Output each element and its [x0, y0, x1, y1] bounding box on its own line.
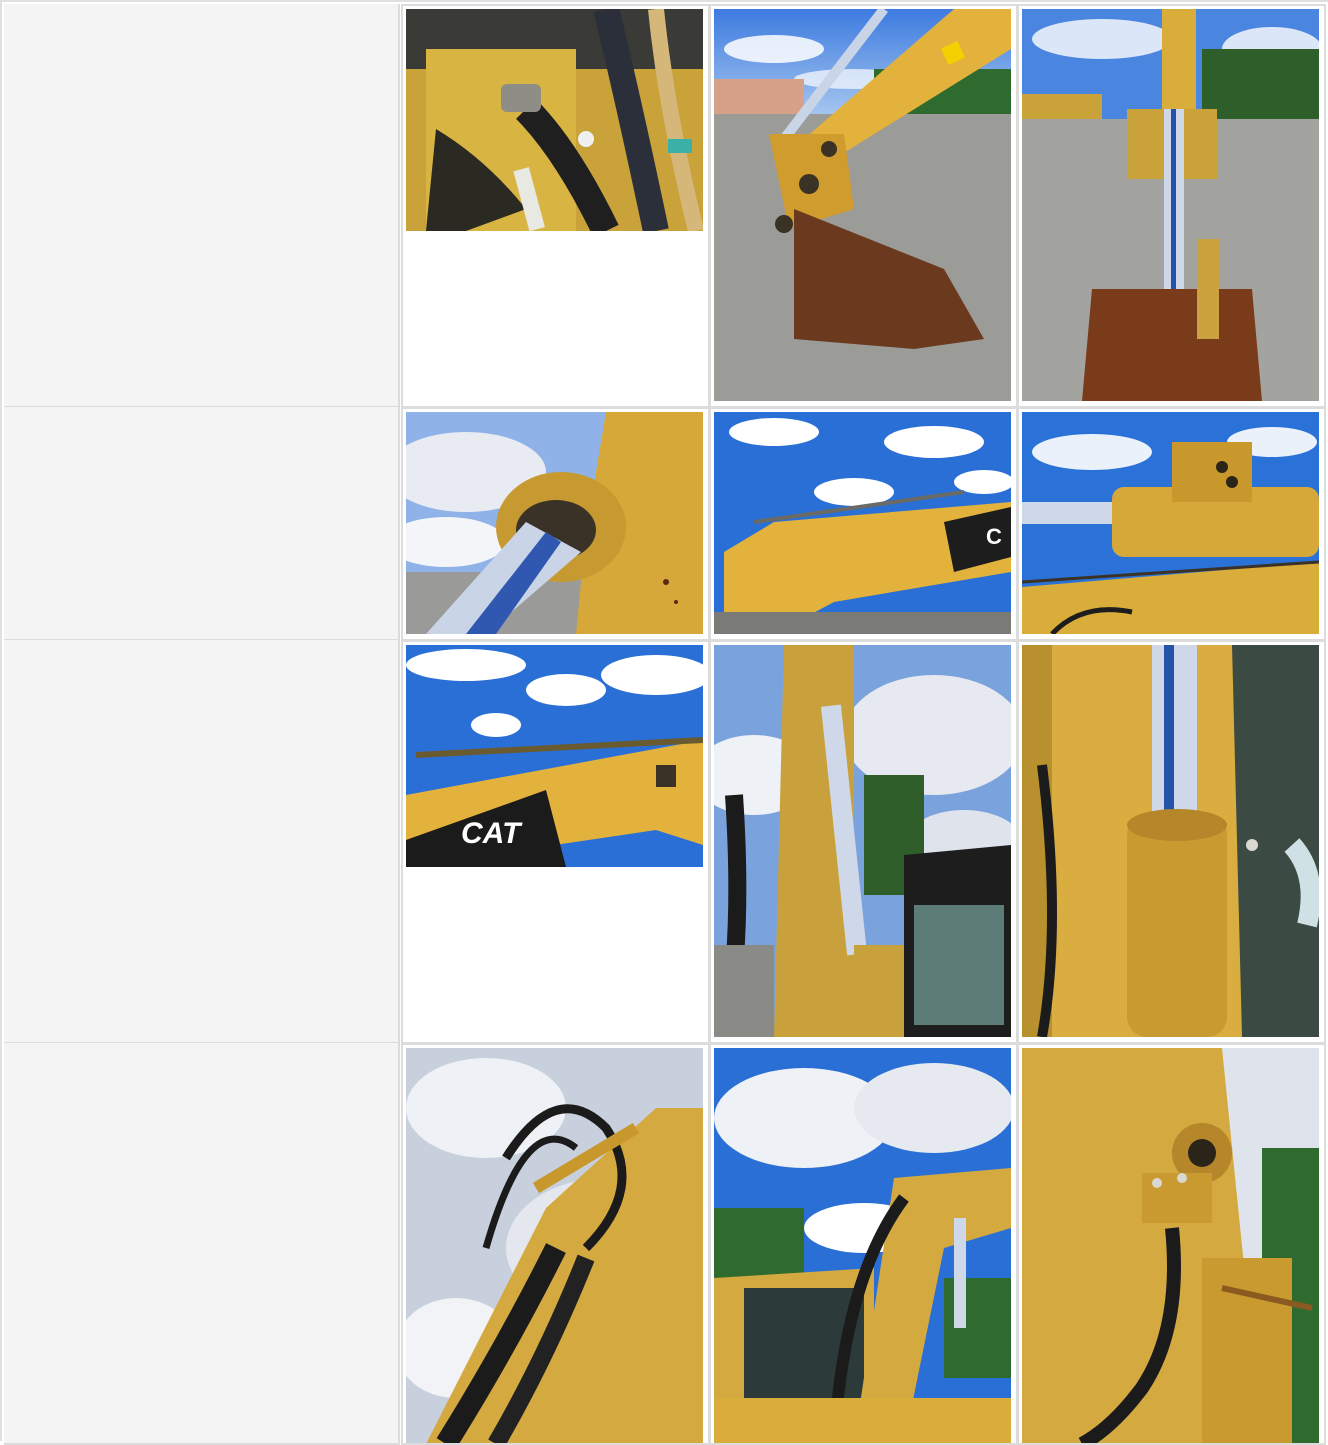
photo-cell[interactable]: [401, 1043, 710, 1445]
photo-bucket-arm[interactable]: [714, 9, 1011, 401]
photo-cell[interactable]: [401, 407, 710, 641]
photo-boom-cylinder-cab[interactable]: [714, 645, 1011, 1037]
photo-boom-cab-side[interactable]: [714, 1048, 1011, 1443]
photo-cell[interactable]: [1017, 407, 1326, 641]
row-label-cell: [4, 407, 400, 641]
photo-boom-arm-sky[interactable]: C: [714, 412, 1011, 634]
photo-valve-block[interactable]: [1022, 412, 1319, 634]
photo-boom-hoses[interactable]: [406, 1048, 703, 1443]
gallery-row: [2, 1043, 1328, 1445]
photo-cell[interactable]: CAT: [401, 640, 710, 1044]
gallery-row: C: [2, 407, 1328, 641]
photo-cylinder-rod[interactable]: [406, 412, 703, 634]
photo-cell[interactable]: [1017, 4, 1326, 408]
row-label-cell: [4, 1043, 400, 1445]
gallery-row: [2, 4, 1328, 408]
photo-cylinder-base[interactable]: [1022, 645, 1319, 1037]
svg-text:C: C: [986, 524, 1002, 549]
photo-boom-pivot[interactable]: [1022, 1048, 1319, 1443]
photo-bucket-cylinder[interactable]: [1022, 9, 1319, 401]
photo-cell[interactable]: [709, 640, 1018, 1044]
photo-cell[interactable]: [709, 1043, 1018, 1445]
row-label-cell: [4, 640, 400, 1044]
photo-cell[interactable]: [709, 4, 1018, 408]
photo-cell[interactable]: [1017, 1043, 1326, 1445]
gallery-row: CAT: [2, 640, 1328, 1044]
photo-cell[interactable]: [401, 4, 710, 408]
photo-cell[interactable]: C: [709, 407, 1018, 641]
cat-logo-text: CAT: [461, 817, 523, 850]
row-label-cell: [4, 4, 400, 408]
photo-cat-boom[interactable]: CAT: [406, 645, 703, 867]
photo-cell[interactable]: [1017, 640, 1326, 1044]
photo-hydraulic-fittings[interactable]: [406, 9, 703, 231]
photo-gallery: C CAT: [0, 0, 1328, 1445]
